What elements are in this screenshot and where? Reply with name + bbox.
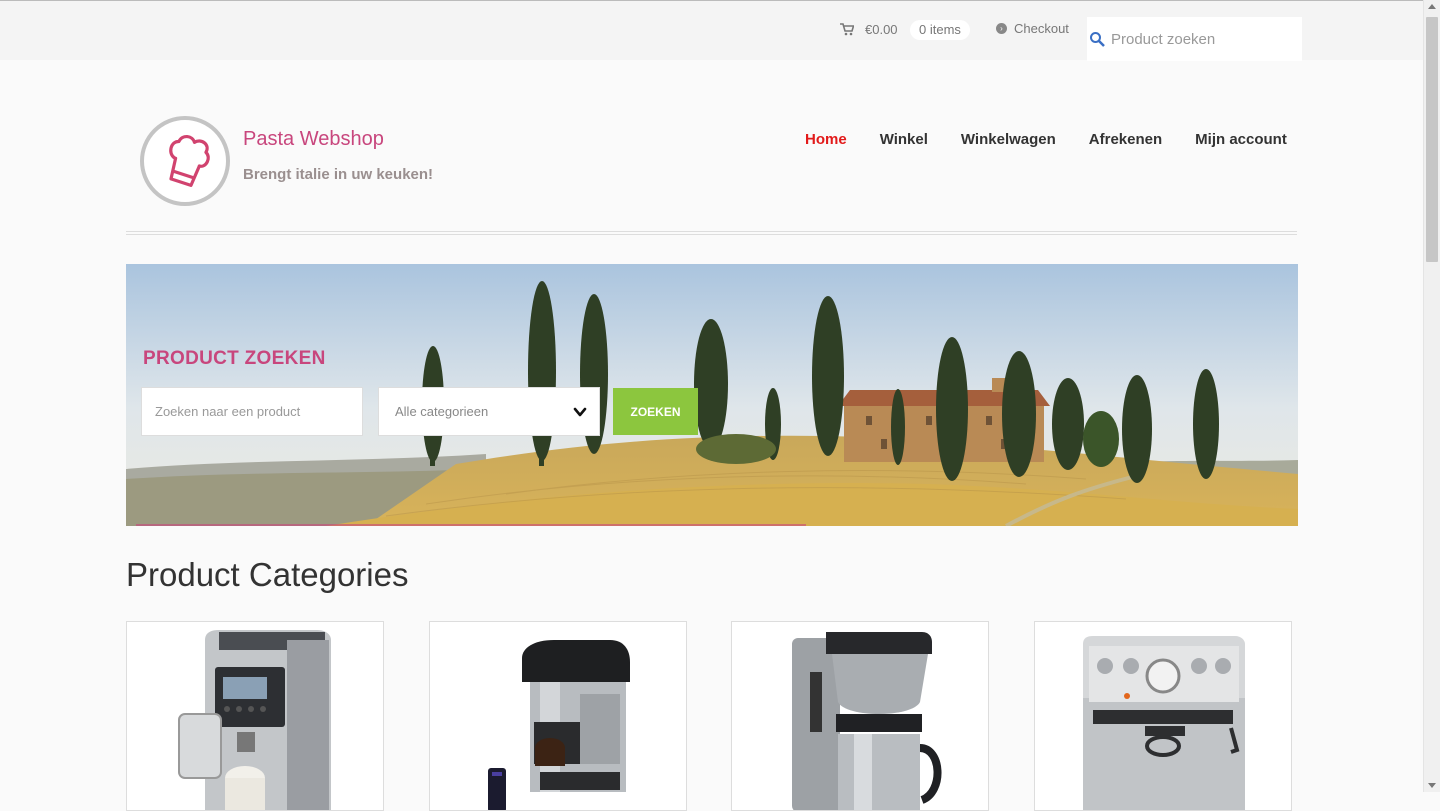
nav-item-winkel[interactable]: Winkel: [880, 131, 928, 148]
category-card[interactable]: [429, 621, 687, 811]
hero-banner: PRODUCT ZOEKEN Alle categorieen ZOEKEN: [126, 264, 1298, 526]
chef-hat-icon: [169, 134, 210, 187]
site-title[interactable]: Pasta Webshop: [243, 128, 384, 151]
checkout-label: Checkout: [1014, 21, 1069, 36]
search-submit-button[interactable]: ZOEKEN: [613, 388, 698, 435]
espresso-machine-image: [178, 630, 331, 810]
main-navigation: Home Winkel Winkelwagen Afrekenen Mijn a…: [805, 131, 1287, 148]
cart-total[interactable]: €0.00: [865, 22, 898, 37]
category-select[interactable]: Alle categorieen: [378, 387, 600, 436]
category-card[interactable]: [126, 621, 384, 811]
nav-item-home[interactable]: Home: [805, 131, 847, 148]
chevron-right-icon: ›: [996, 23, 1007, 34]
scroll-down-arrow-icon[interactable]: [1428, 783, 1436, 788]
site-tagline: Brengt italie in uw keuken!: [243, 166, 434, 183]
nav-item-winkelwagen[interactable]: Winkelwagen: [961, 131, 1056, 148]
scroll-thumb[interactable]: [1426, 17, 1438, 262]
site-logo[interactable]: [140, 116, 230, 206]
category-card[interactable]: [731, 621, 989, 811]
chevron-down-icon: [573, 407, 587, 417]
section-title: Product Categories: [126, 556, 409, 593]
category-card[interactable]: [1034, 621, 1292, 811]
top-bar: €0.00 0 items › Checkout: [0, 0, 1423, 61]
top-search-input[interactable]: [1109, 29, 1293, 49]
cart-icon[interactable]: [840, 22, 854, 36]
scroll-up-arrow-icon[interactable]: [1428, 4, 1436, 9]
hero-heading: PRODUCT ZOEKEN: [143, 348, 326, 369]
dual-boiler-espresso-image: [1083, 636, 1245, 810]
top-search: [1087, 17, 1302, 61]
checkout-link[interactable]: › Checkout: [996, 21, 1069, 36]
cart-count-badge[interactable]: 0 items: [910, 20, 970, 40]
nav-item-afrekenen[interactable]: Afrekenen: [1089, 131, 1162, 148]
search-icon[interactable]: [1089, 31, 1105, 47]
product-search-input[interactable]: [141, 387, 363, 436]
header-divider: [126, 231, 1297, 235]
capsule-machine-image: [488, 640, 630, 810]
filter-coffee-machine-image: [792, 632, 942, 810]
nav-item-mijn-account[interactable]: Mijn account: [1195, 131, 1287, 148]
scrollbar[interactable]: [1423, 0, 1440, 792]
category-select-value: Alle categorieen: [395, 404, 489, 419]
